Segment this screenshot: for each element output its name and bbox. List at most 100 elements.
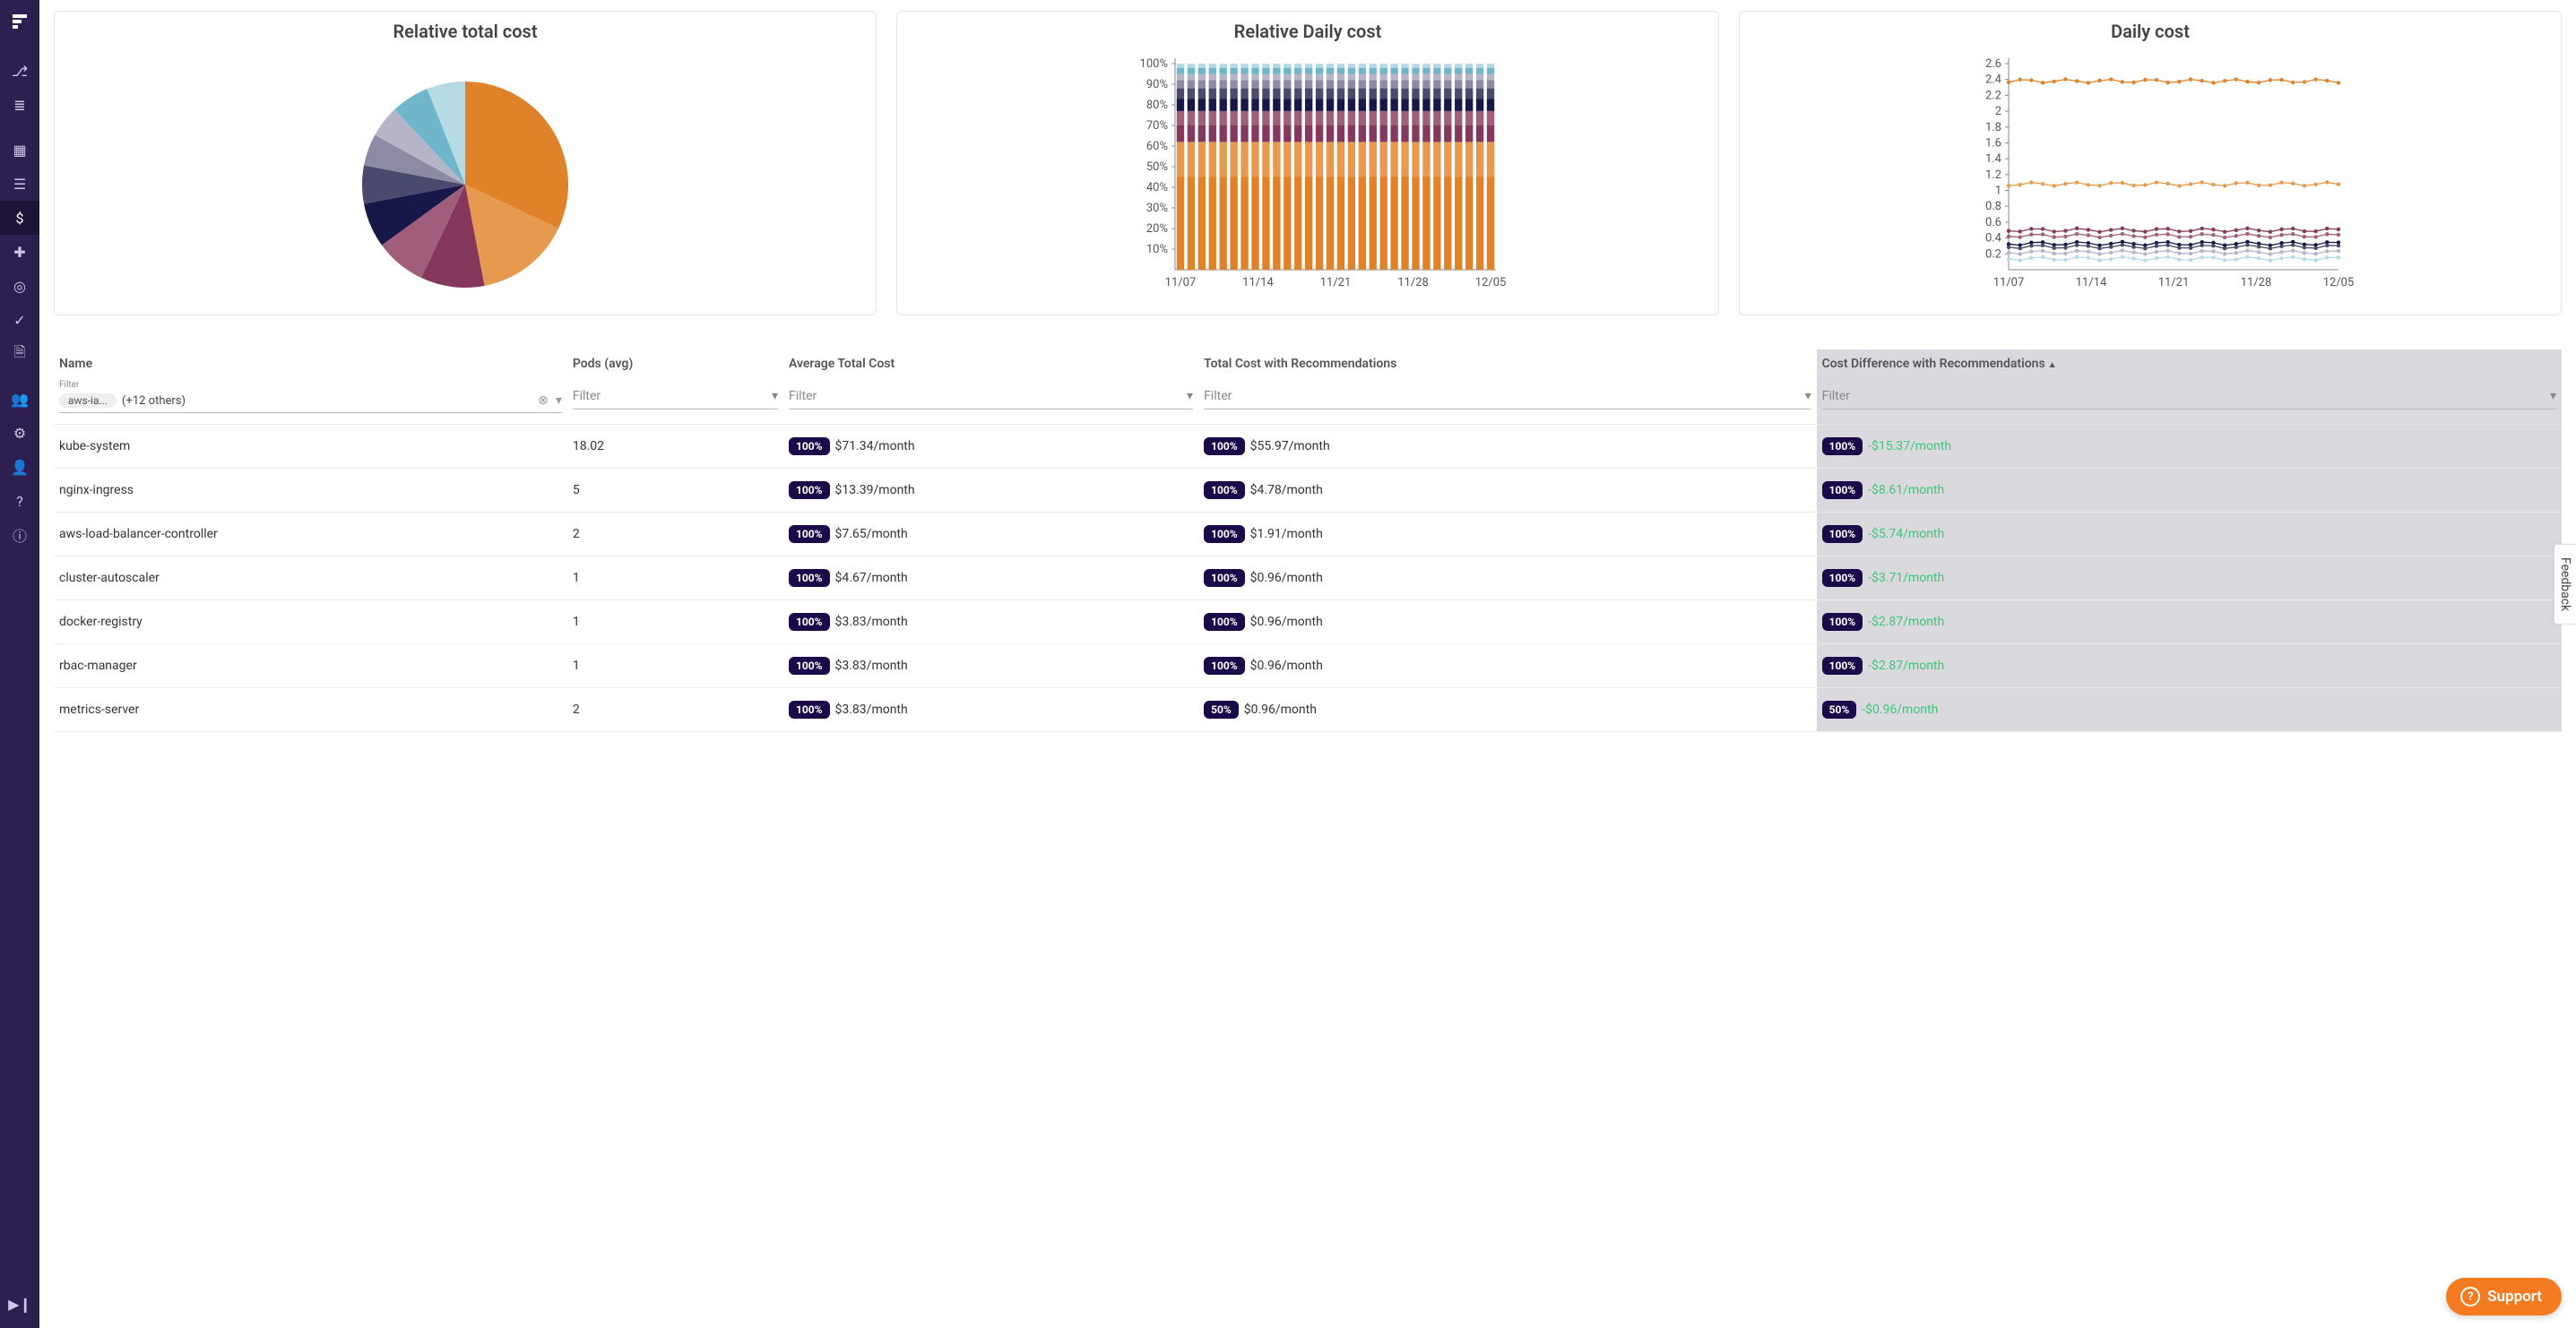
workload-name: rbac-manager (59, 659, 137, 673)
diff-value: -$5.74/month (1868, 527, 1944, 541)
support-button[interactable]: ? Support (2446, 1278, 2562, 1315)
bar-chart: 10%20%30%40%50%60%70%80%90%100%11/0711/1… (906, 46, 1709, 306)
servers-icon[interactable]: ≣ (0, 88, 39, 122)
diff-value: -$0.96/month (1862, 703, 1938, 717)
pct-badge: 100% (1204, 525, 1245, 543)
svg-text:11/07: 11/07 (1165, 276, 1197, 289)
table-row[interactable]: docker-registry1100%$3.83/month100%$0.96… (54, 600, 2562, 644)
svg-text:2.2: 2.2 (1985, 89, 2001, 102)
table-row[interactable]: metrics-server2100%$3.83/month50%$0.96/m… (54, 688, 2562, 732)
cost-value: $3.83/month (835, 659, 908, 673)
pct-badge: 100% (789, 437, 830, 455)
clear-filter-icon[interactable]: ⊗ (538, 393, 549, 408)
filter-dropdown[interactable]: Filter▾ (1822, 384, 2556, 410)
pct-badge: 100% (1204, 657, 1245, 675)
line-chart-title: Daily cost (1749, 21, 2552, 42)
svg-text:80%: 80% (1146, 99, 1168, 112)
column-header[interactable]: Cost Difference with Recommendations▲ (1817, 349, 2562, 376)
svg-text:0.4: 0.4 (1985, 232, 2002, 246)
filter-dropdown[interactable]: Filter▾ (573, 384, 778, 410)
table-row[interactable]: rbac-manager1100%$3.83/month100%$0.96/mo… (54, 644, 2562, 688)
svg-text:11/14: 11/14 (2076, 276, 2107, 289)
chevron-down-icon: ▾ (1187, 389, 1193, 403)
svg-text:10%: 10% (1146, 243, 1168, 256)
cost-value: $1.91/month (1250, 527, 1323, 541)
pods-value: 1 (573, 615, 580, 629)
collapse-icon[interactable]: ▶❙ (0, 1287, 39, 1321)
list-icon[interactable]: ☰ (0, 167, 39, 201)
svg-text:2.4: 2.4 (1985, 73, 2002, 87)
filter-dropdown[interactable]: Filter▾ (1204, 384, 1811, 410)
column-header[interactable]: Average Total Cost (783, 349, 1198, 376)
pct-badge: 100% (1204, 613, 1245, 631)
filter-dropdown[interactable]: Filter ▾ (789, 384, 1193, 410)
svg-text:1.8: 1.8 (1985, 121, 2001, 134)
diff-value: -$15.37/month (1868, 439, 1951, 453)
bar-chart-title: Relative Daily cost (906, 21, 1709, 42)
user-icon[interactable]: 👤 (0, 450, 39, 484)
pie-chart (64, 46, 867, 306)
main-content: Relative total cost Relative Daily cost … (39, 0, 2576, 1328)
pct-badge: 100% (1204, 481, 1245, 499)
filter-chip[interactable]: aws-ia... (59, 393, 117, 408)
table-row[interactable]: kube-system18.02100%$71.34/month100%$55.… (54, 425, 2562, 469)
pct-badge: 100% (789, 613, 830, 631)
column-header[interactable]: Total Cost with Recommendations (1198, 349, 1817, 376)
support-label: Support (2487, 1288, 2542, 1306)
pct-badge: 100% (789, 569, 830, 587)
svg-text:11/28: 11/28 (1397, 276, 1429, 289)
diff-value: -$3.71/month (1868, 571, 1944, 585)
cost-value: $4.78/month (1250, 483, 1323, 497)
pods-value: 5 (573, 483, 580, 497)
sidebar-nav: ⎇≣ ▦☰$✚◎✓🗎 👥⚙👤?ⓘ ▶❙ (0, 0, 39, 1328)
pct-badge: 100% (1822, 437, 1863, 455)
svg-text:2.6: 2.6 (1985, 57, 2001, 71)
settings-icon[interactable]: ⚙ (0, 416, 39, 450)
pct-badge: 50% (1204, 701, 1239, 719)
cost-value: $3.83/month (835, 703, 908, 717)
team-icon[interactable]: 👥 (0, 382, 39, 416)
pods-value: 18.02 (573, 439, 604, 453)
table-row[interactable]: nginx-ingress5100%$13.39/month100%$4.78/… (54, 469, 2562, 513)
chevron-down-icon: ▾ (556, 393, 562, 408)
workload-name: aws-load-balancer-controller (59, 527, 218, 541)
pie-chart-card: Relative total cost (54, 11, 877, 315)
column-header[interactable]: Pods (avg) (567, 349, 783, 376)
pods-value: 1 (573, 659, 580, 673)
cost-icon[interactable]: $ (0, 201, 39, 235)
filter-placeholder: Filter (789, 389, 817, 403)
svg-text:2: 2 (1995, 105, 2001, 118)
report-icon[interactable]: 🗎 (0, 337, 39, 371)
policy-icon[interactable]: ✓ (0, 303, 39, 337)
feedback-tab[interactable]: Feedback (2554, 544, 2576, 625)
svg-text:12/05: 12/05 (2323, 276, 2355, 289)
pods-value: 2 (573, 527, 580, 541)
dashboard-icon[interactable]: ▦ (0, 133, 39, 167)
branches-icon[interactable]: ⎇ (0, 54, 39, 88)
chevron-down-icon: ▾ (772, 389, 778, 403)
filter-placeholder: Filter (1204, 389, 1232, 403)
support-icon: ? (2460, 1287, 2480, 1306)
svg-text:11/07: 11/07 (1993, 276, 2025, 289)
line-chart: 0.20.40.60.811.21.41.61.822.22.42.611/07… (1749, 46, 2552, 306)
table-row[interactable]: aws-load-balancer-controller2100%$7.65/m… (54, 513, 2562, 556)
filter-others: (+12 others) (122, 394, 186, 408)
svg-text:12/05: 12/05 (1475, 276, 1507, 289)
pct-badge: 100% (789, 525, 830, 543)
app-logo (9, 11, 30, 32)
filter-dropdown[interactable]: aws-ia... (+12 others) ⊗ ▾ (59, 388, 562, 413)
cost-value: $4.67/month (835, 571, 908, 585)
column-header[interactable]: Name (54, 349, 567, 376)
svg-text:90%: 90% (1146, 78, 1168, 91)
svg-text:50%: 50% (1146, 160, 1168, 174)
info-icon[interactable]: ⓘ (0, 518, 39, 552)
diff-value: -$2.87/month (1868, 615, 1944, 629)
svg-text:1.4: 1.4 (1985, 152, 2002, 166)
help-icon[interactable]: ? (0, 484, 39, 518)
addons-icon[interactable]: ✚ (0, 235, 39, 269)
svg-text:11/28: 11/28 (2241, 276, 2272, 289)
svg-text:20%: 20% (1146, 222, 1168, 236)
svg-text:100%: 100% (1140, 57, 1168, 71)
table-row[interactable]: cluster-autoscaler1100%$4.67/month100%$0… (54, 556, 2562, 600)
target-icon[interactable]: ◎ (0, 269, 39, 303)
